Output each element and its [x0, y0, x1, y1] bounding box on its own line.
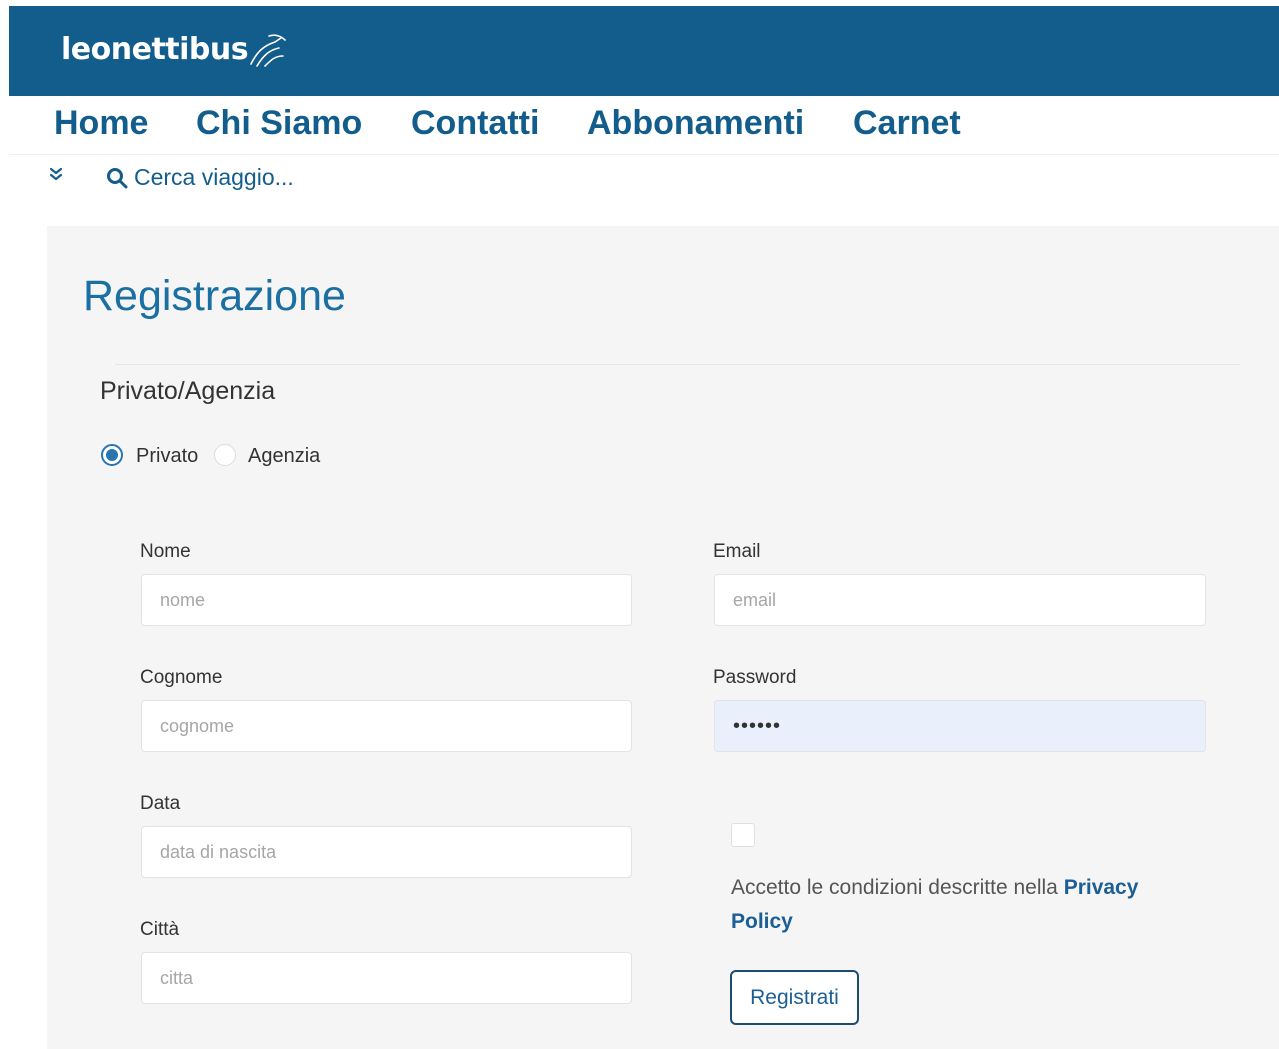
- email-input[interactable]: [714, 574, 1206, 626]
- nav-item-chi-siamo[interactable]: Chi Siamo: [196, 104, 362, 143]
- radio-privato-label[interactable]: Privato: [136, 445, 198, 468]
- password-input[interactable]: [714, 700, 1206, 752]
- nav-item-home[interactable]: Home: [54, 104, 148, 143]
- divider: [115, 364, 1240, 365]
- nav-item-carnet[interactable]: Carnet: [853, 104, 961, 143]
- search-row: Cerca viaggio...: [0, 160, 1279, 200]
- privacy-consent-text: Accetto le condizioni descritte nella Pr…: [731, 871, 1201, 939]
- email-label: Email: [713, 541, 761, 562]
- cognome-label: Cognome: [140, 667, 223, 688]
- radio-privato[interactable]: [101, 444, 123, 466]
- radio-agenzia-label[interactable]: Agenzia: [248, 445, 320, 468]
- site-header: leonettibus: [9, 6, 1279, 96]
- nome-input[interactable]: [141, 574, 632, 626]
- nav-item-abbonamenti[interactable]: Abbonamenti: [587, 104, 804, 143]
- main-nav: Home Chi Siamo Contatti Abbonamenti Carn…: [9, 96, 1279, 155]
- search-trip-link[interactable]: Cerca viaggio...: [134, 164, 294, 191]
- horse-icon: [250, 34, 286, 67]
- citta-input[interactable]: [141, 952, 632, 1004]
- cognome-input[interactable]: [141, 700, 632, 752]
- citta-label: Città: [140, 919, 180, 940]
- double-chevron-down-icon[interactable]: [48, 165, 64, 185]
- nome-label: Nome: [140, 541, 191, 562]
- page-title: Registrazione: [83, 272, 346, 320]
- consent-label: Accetto le condizioni descritte nella: [731, 876, 1064, 899]
- birthdate-input[interactable]: [141, 826, 632, 878]
- account-type-label: Privato/Agenzia: [100, 377, 276, 405]
- radio-agenzia[interactable]: [214, 444, 236, 466]
- site-logo[interactable]: leonettibus: [61, 32, 249, 67]
- password-label: Password: [713, 667, 797, 688]
- nav-item-contatti[interactable]: Contatti: [411, 104, 539, 143]
- privacy-checkbox[interactable]: [731, 823, 755, 847]
- data-label: Data: [140, 793, 181, 814]
- register-button[interactable]: Registrati: [730, 970, 859, 1025]
- search-icon[interactable]: [105, 166, 129, 190]
